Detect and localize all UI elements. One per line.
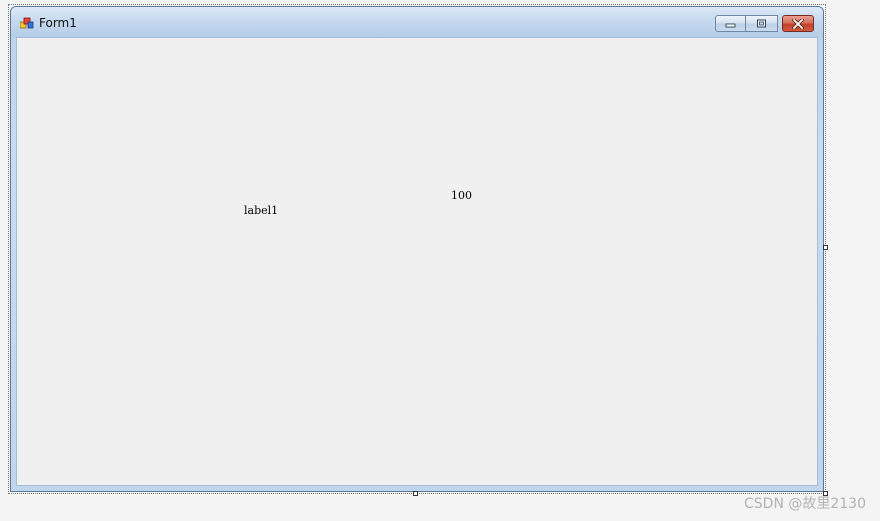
watermark: CSDN @故里2130 bbox=[744, 496, 866, 512]
minimize-icon bbox=[725, 23, 736, 27]
close-icon bbox=[792, 18, 804, 29]
caption-buttons bbox=[715, 15, 814, 32]
maximize-icon bbox=[757, 19, 766, 28]
resize-handle-bottom[interactable] bbox=[413, 491, 418, 496]
value-label[interactable]: 100 bbox=[451, 189, 472, 202]
resize-handle-right[interactable] bbox=[823, 245, 828, 250]
form-app-icon bbox=[20, 17, 34, 29]
form-window: Form1 label1 100 bbox=[10, 6, 824, 492]
form-client-area[interactable]: label1 100 bbox=[16, 37, 818, 486]
maximize-button[interactable] bbox=[746, 15, 778, 32]
window-title: Form1 bbox=[39, 16, 77, 30]
minimize-button[interactable] bbox=[715, 15, 746, 32]
title-bar[interactable]: Form1 bbox=[11, 7, 823, 37]
label1[interactable]: label1 bbox=[244, 204, 278, 217]
close-button[interactable] bbox=[782, 15, 814, 32]
